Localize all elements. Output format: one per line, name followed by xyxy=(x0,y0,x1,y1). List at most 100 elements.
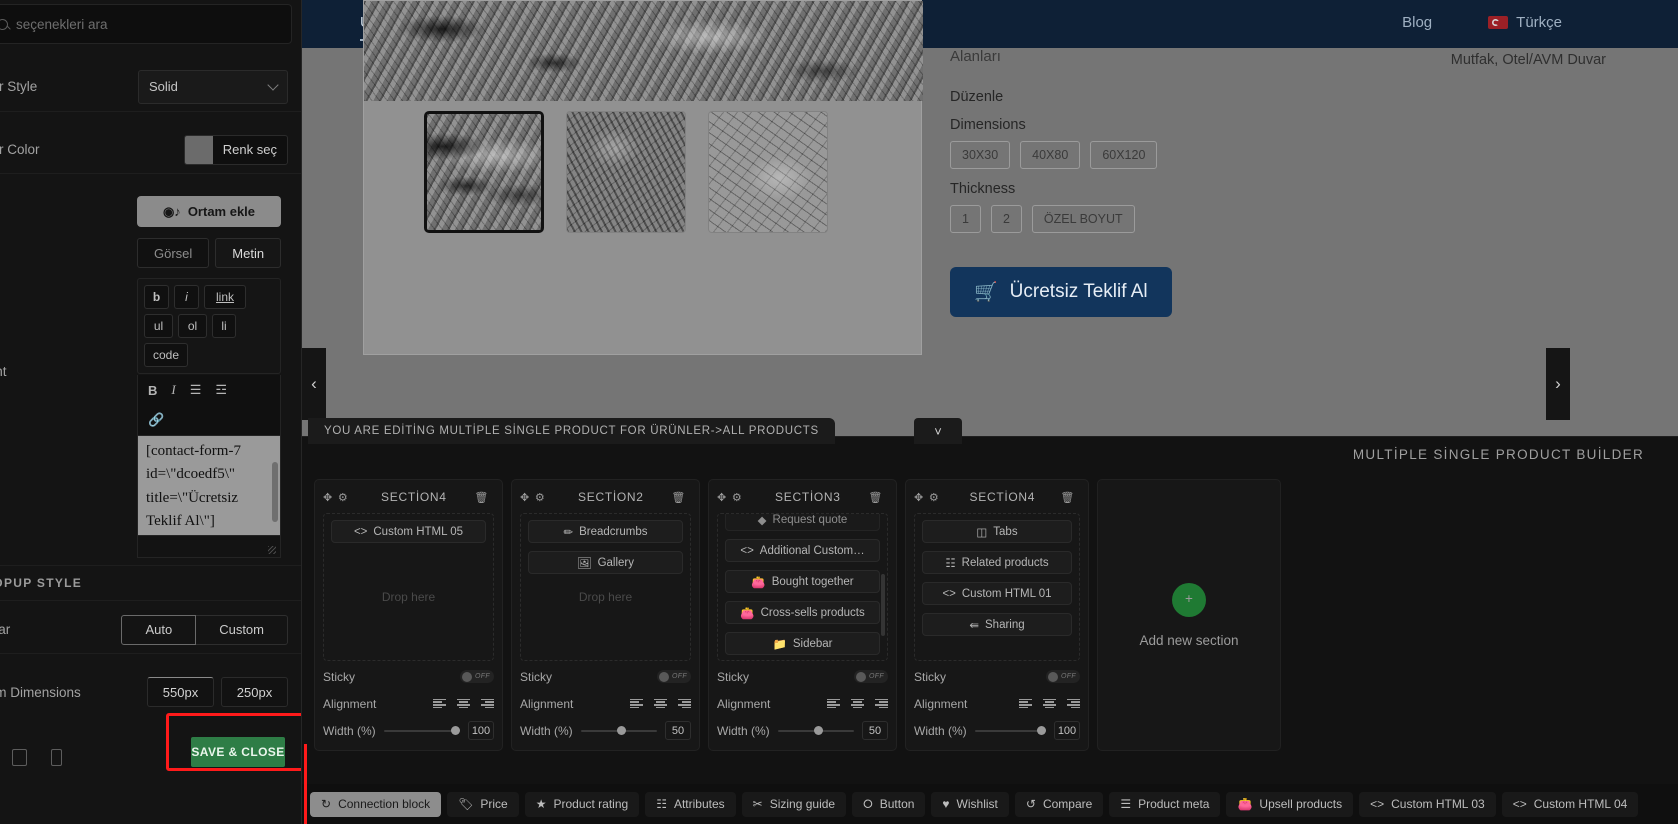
product-hero-image[interactable] xyxy=(364,1,923,101)
quicktag-link[interactable]: link xyxy=(204,285,246,309)
drag-handle-icon[interactable]: ✥ xyxy=(323,491,333,504)
thickness-option-1[interactable]: 1 xyxy=(950,205,981,233)
add-media-button[interactable]: ◉♪ Ortam ekle xyxy=(137,196,281,227)
palette-product-meta[interactable]: ☰ Product meta xyxy=(1109,791,1221,817)
align-right-icon[interactable] xyxy=(678,698,691,709)
palette-custom-html-04[interactable]: <> Custom HTML 04 xyxy=(1501,791,1639,817)
palette-product-rating[interactable]: ★ Product rating xyxy=(524,791,640,817)
align-right-icon[interactable] xyxy=(1067,698,1080,709)
align-left-icon[interactable] xyxy=(630,698,643,709)
width-slider[interactable] xyxy=(580,725,657,737)
block-cross-sells-products[interactable]: 👛 Cross-sells products xyxy=(725,601,880,624)
width-value[interactable]: 100 xyxy=(468,721,494,740)
sticky-toggle[interactable]: OFF xyxy=(1046,670,1080,683)
palette-button[interactable]: ⭘ Button xyxy=(852,791,926,817)
thumbnail-2[interactable] xyxy=(566,111,686,233)
quicktag-ol[interactable]: ol xyxy=(178,314,207,338)
gear-icon[interactable]: ⚙ xyxy=(535,491,545,504)
dimension-option-30x30[interactable]: 30X30 xyxy=(950,141,1011,169)
palette-compare[interactable]: ↺ Compare xyxy=(1014,791,1104,817)
drag-handle-icon[interactable]: ✥ xyxy=(914,491,924,504)
italic-icon[interactable]: I xyxy=(171,382,175,398)
column-dropzone[interactable]: Drop here ✏ Breadcrumbs 🖼 Gallery xyxy=(520,513,691,661)
width-slider[interactable] xyxy=(777,725,854,737)
language-switcher[interactable]: Türkçe xyxy=(1488,14,1562,35)
align-center-icon[interactable] xyxy=(457,698,470,709)
palette-wishlist[interactable]: ♥ Wishlist xyxy=(931,791,1009,817)
dimension-option-40x80[interactable]: 40X80 xyxy=(1020,141,1081,169)
block-breadcrumbs[interactable]: ✏ Breadcrumbs xyxy=(528,520,683,543)
gallery-next-arrow[interactable]: › xyxy=(1546,348,1570,420)
column-dropzone[interactable]: Drop here ◫ Tabs ☷ Related products <> C… xyxy=(914,513,1080,661)
mobile-icon[interactable] xyxy=(51,749,62,766)
align-left-icon[interactable] xyxy=(1019,698,1032,709)
palette-attributes[interactable]: ☷ Attributes xyxy=(645,791,736,817)
block-custom-html-05[interactable]: <> Custom HTML 05 xyxy=(331,520,486,543)
size-mode-auto[interactable]: Auto xyxy=(121,614,197,645)
palette-sizing-guide[interactable]: ✂ Sizing guide xyxy=(741,791,847,817)
align-left-icon[interactable] xyxy=(433,698,446,709)
thickness-option-ozel-boyut[interactable]: ÖZEL BOYUT xyxy=(1031,205,1135,233)
block-sharing[interactable]: ⇚ Sharing xyxy=(922,613,1072,636)
numbered-list-icon[interactable]: ☲ xyxy=(215,382,227,398)
custom-width-input[interactable]: 550px xyxy=(147,677,214,707)
palette-upsell-products[interactable]: 👛 Upsell products xyxy=(1226,791,1354,817)
palette-custom-html-03[interactable]: <> Custom HTML 03 xyxy=(1359,791,1496,817)
sticky-toggle[interactable]: OFF xyxy=(657,670,691,683)
align-right-icon[interactable] xyxy=(875,698,888,709)
align-left-icon[interactable] xyxy=(827,698,840,709)
block-gallery[interactable]: 🖼 Gallery xyxy=(528,551,683,574)
trash-icon[interactable]: 🗑 xyxy=(868,491,883,504)
block-tabs[interactable]: ◫ Tabs xyxy=(922,520,1072,543)
border-color-picker[interactable]: Renk seç xyxy=(183,134,288,165)
bullet-list-icon[interactable]: ☰ xyxy=(190,382,202,398)
trash-icon[interactable]: 🗑 xyxy=(671,491,686,504)
trash-icon[interactable]: 🗑 xyxy=(1060,491,1075,504)
gear-icon[interactable]: ⚙ xyxy=(338,491,348,504)
desktop-icon[interactable] xyxy=(12,749,27,766)
thickness-option-2[interactable]: 2 xyxy=(990,205,1022,233)
search-options-input[interactable]: seçenekleri ara xyxy=(0,4,292,44)
gear-icon[interactable]: ⚙ xyxy=(929,491,939,504)
custom-height-input[interactable]: 250px xyxy=(221,677,288,707)
gear-icon[interactable]: ⚙ xyxy=(732,491,742,504)
block-additional-custom[interactable]: <> Additional Custom… xyxy=(725,539,880,562)
width-slider[interactable] xyxy=(383,725,460,737)
column-scrollbar[interactable] xyxy=(881,574,885,636)
link-icon[interactable]: 🔗 xyxy=(148,412,270,428)
save-and-close-button[interactable]: SAVE & CLOSE xyxy=(191,737,285,767)
column-dropzone[interactable]: Drop here <> Custom HTML 05 xyxy=(323,513,494,661)
block-related-products[interactable]: ☷ Related products xyxy=(922,551,1072,574)
editor-scrollbar[interactable] xyxy=(272,462,278,522)
border-style-select[interactable]: Solid xyxy=(138,69,288,104)
trash-icon[interactable]: 🗑 xyxy=(474,491,489,504)
align-center-icon[interactable] xyxy=(1043,698,1056,709)
nav-item-blog[interactable]: Blog xyxy=(1402,14,1432,35)
add-new-section-button[interactable]: + Add new section xyxy=(1097,479,1281,751)
width-value[interactable]: 50 xyxy=(665,721,691,740)
size-mode-custom[interactable]: Custom xyxy=(196,614,288,645)
palette-connection-block[interactable]: ↻ Connection block xyxy=(310,791,442,817)
tab-metin[interactable]: Metin xyxy=(215,238,282,268)
column-dropzone[interactable]: ◆ Request quote <> Additional Custom… 👛 … xyxy=(717,513,888,661)
tab-gorsel[interactable]: Görsel xyxy=(137,238,210,268)
thumbnail-3[interactable] xyxy=(708,111,828,233)
block-request-quote[interactable]: ◆ Request quote xyxy=(725,514,880,531)
editor-resize-handle[interactable] xyxy=(137,536,281,558)
quicktag-ul[interactable]: ul xyxy=(144,314,173,338)
quicktag-code[interactable]: code xyxy=(144,343,188,367)
dimension-option-60x120[interactable]: 60X120 xyxy=(1090,141,1158,169)
sticky-toggle[interactable]: OFF xyxy=(460,670,494,683)
block-sidebar[interactable]: 📁 Sidebar xyxy=(725,632,880,655)
quicktag-li[interactable]: li xyxy=(212,314,236,338)
width-value[interactable]: 100 xyxy=(1054,721,1080,740)
width-slider[interactable] xyxy=(974,725,1046,737)
editor-textarea[interactable]: [contact-form-7 id=\"dcoedf5\" title=\"Ü… xyxy=(137,436,281,536)
palette-price[interactable]: 🏷 Price xyxy=(447,791,519,817)
request-quote-button[interactable]: 🛒 Ücretsiz Teklif Al xyxy=(950,267,1172,317)
bold-icon[interactable]: B xyxy=(148,383,157,398)
gallery-prev-arrow[interactable]: ‹ xyxy=(302,348,326,420)
quicktag-i[interactable]: i xyxy=(174,285,199,309)
align-center-icon[interactable] xyxy=(851,698,864,709)
thumbnail-1[interactable] xyxy=(424,111,544,233)
